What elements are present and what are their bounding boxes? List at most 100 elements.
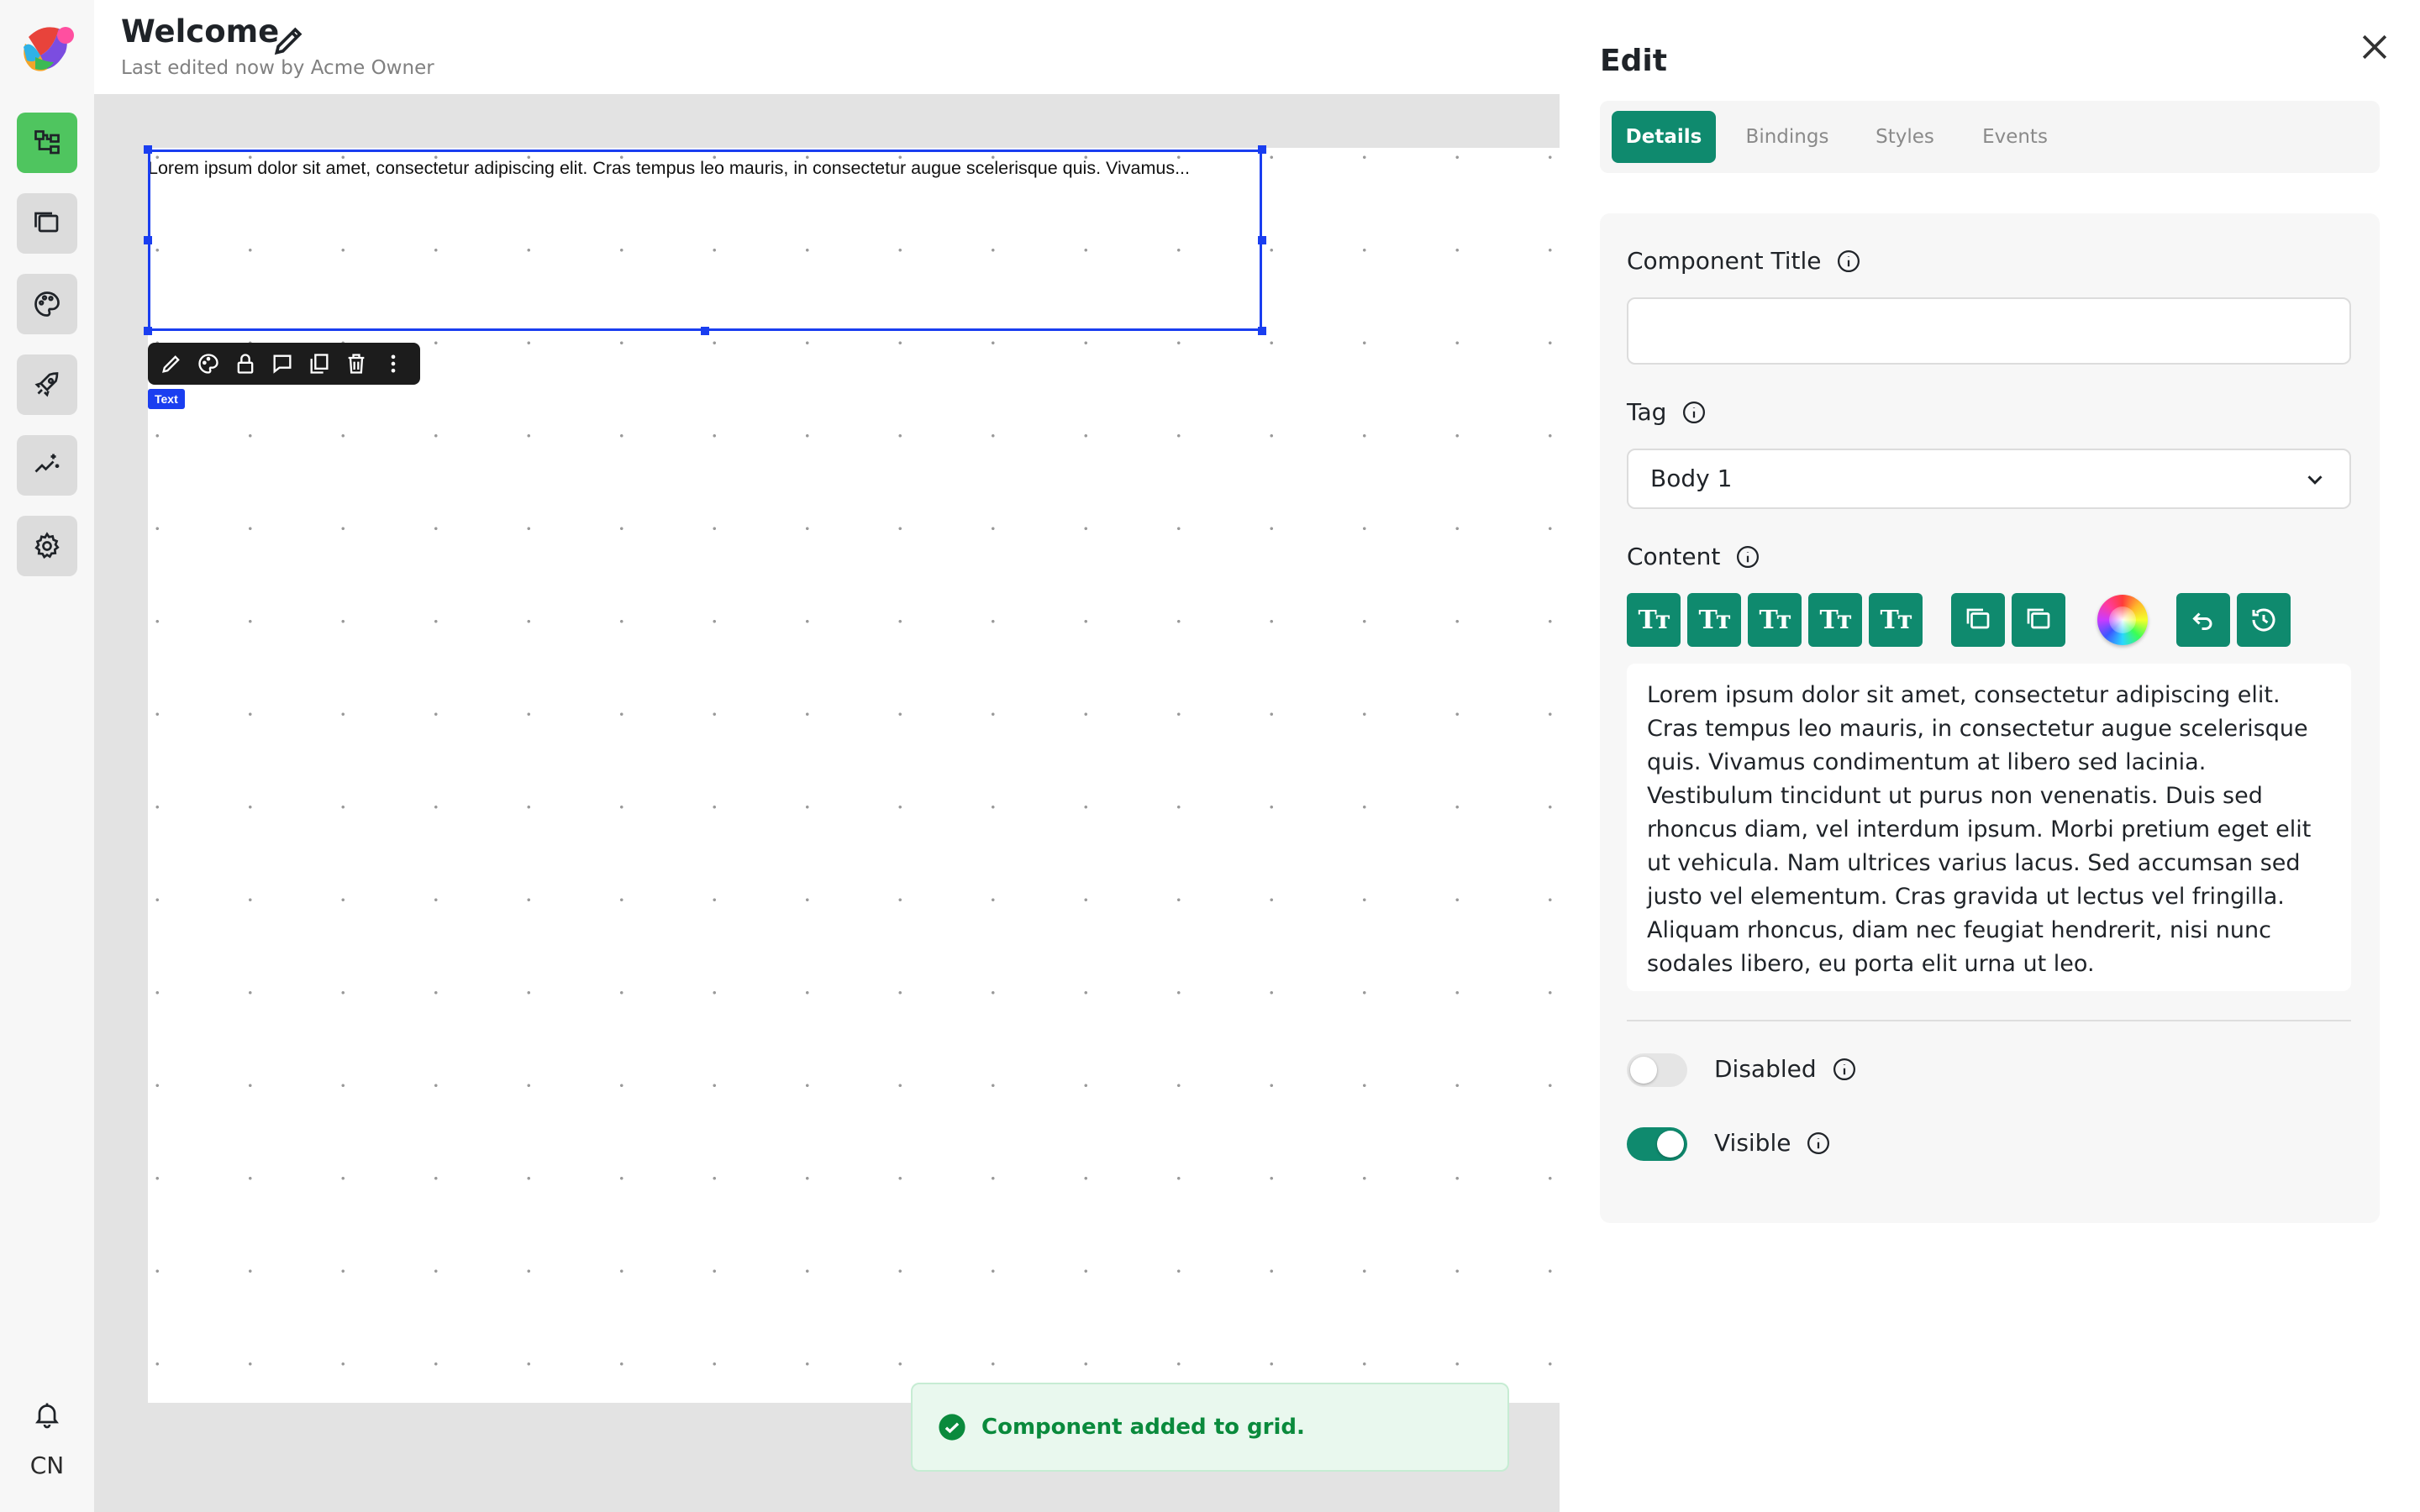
info-icon[interactable] (1681, 400, 1707, 425)
sidebar-item-themes[interactable] (17, 274, 77, 334)
page-title: Welcome (121, 13, 280, 50)
history-button[interactable] (2237, 593, 2291, 647)
resize-handle-right[interactable] (1258, 236, 1266, 244)
disabled-label: Disabled (1714, 1055, 1857, 1083)
resize-handle-top-left[interactable] (144, 145, 152, 154)
page-header: Welcome Last edited now by Acme Owner (94, 0, 1560, 94)
component-toolbar (148, 343, 420, 385)
disabled-toggle[interactable] (1627, 1053, 1687, 1087)
format-body-1-button[interactable]: Tт (1808, 593, 1862, 647)
panel-tabs: Details Bindings Styles Events (1600, 101, 2380, 173)
toolbar-delete-button[interactable] (343, 350, 370, 377)
format-heading-1-button[interactable]: Tт (1627, 593, 1681, 647)
copy-button[interactable] (1951, 593, 2005, 647)
text-size-icon: Tт (1759, 605, 1792, 635)
toolbar-comment-button[interactable] (269, 350, 296, 377)
tag-select-value: Body 1 (1650, 465, 1733, 492)
component-tree-icon (34, 130, 60, 155)
selection-outline[interactable] (148, 150, 1262, 331)
left-sidebar: CN (0, 0, 95, 1512)
sidebar-item-pages[interactable] (17, 193, 77, 254)
info-icon[interactable] (1735, 544, 1760, 570)
paste-icon (2027, 608, 2050, 629)
visible-label-text: Visible (1714, 1129, 1791, 1157)
text-size-icon: Tт (1698, 605, 1732, 635)
paste-button[interactable] (2012, 593, 2065, 647)
toolbar-edit-button[interactable] (158, 350, 185, 377)
check-circle-icon (939, 1414, 965, 1441)
toggle-knob (1657, 1131, 1684, 1158)
pages-icon (34, 212, 59, 233)
tag-label: Tag (1627, 398, 1707, 426)
comment-icon (273, 354, 292, 374)
sidebar-item-deploy[interactable] (17, 354, 77, 415)
component-title-input[interactable] (1627, 297, 2351, 365)
disabled-label-text: Disabled (1714, 1055, 1817, 1083)
copy-icon (1966, 608, 1990, 629)
tab-details[interactable]: Details (1612, 111, 1716, 163)
locale-selector[interactable]: CN (0, 1452, 94, 1479)
tab-bindings[interactable]: Bindings (1733, 111, 1842, 163)
sidebar-item-analytics[interactable] (17, 435, 77, 496)
content-label: Content (1627, 543, 1760, 570)
toggle-knob (1630, 1057, 1657, 1084)
toast-message: Component added to grid. (981, 1415, 1305, 1440)
undo-icon (2192, 612, 2212, 630)
trash-icon (348, 354, 365, 374)
undo-button[interactable] (2176, 593, 2230, 647)
pencil-icon (162, 355, 180, 373)
sidebar-item-settings[interactable] (17, 516, 77, 576)
divider (1627, 1020, 2351, 1021)
component-title-label-text: Component Title (1627, 247, 1822, 275)
tag-select[interactable]: Body 1 (1627, 449, 2351, 509)
grid-canvas[interactable] (148, 148, 1560, 1403)
app-logo[interactable] (17, 18, 77, 76)
last-edited-info: Last edited now by Acme Owner (121, 57, 434, 79)
color-picker-icon[interactable] (2097, 595, 2148, 645)
edit-panel: Edit Details Bindings Styles Events Comp… (1560, 0, 2420, 1512)
info-icon[interactable] (1832, 1057, 1857, 1082)
tab-styles[interactable]: Styles (1859, 111, 1951, 163)
component-title-label: Component Title (1627, 247, 1861, 275)
resize-handle-top-right[interactable] (1258, 145, 1266, 154)
format-heading-3-button[interactable]: Tт (1748, 593, 1802, 647)
content-label-text: Content (1627, 543, 1721, 570)
magic-wand-icon (34, 454, 60, 473)
settings-gear-icon (34, 532, 60, 559)
resize-handle-bottom-left[interactable] (144, 327, 152, 335)
text-size-icon: Tт (1880, 605, 1913, 635)
text-size-icon: Tт (1819, 605, 1853, 635)
chevron-down-icon (2307, 475, 2323, 485)
resize-handle-left[interactable] (144, 236, 152, 244)
bell-icon[interactable] (32, 1399, 62, 1430)
resize-handle-bottom-right[interactable] (1258, 327, 1266, 335)
tag-label-text: Tag (1627, 398, 1667, 426)
pencil-icon[interactable] (271, 22, 308, 59)
visible-label: Visible (1714, 1129, 1831, 1157)
text-size-icon: Tт (1638, 605, 1671, 635)
format-body-2-button[interactable]: Tт (1869, 593, 1923, 647)
palette-icon (34, 291, 60, 317)
content-textarea[interactable]: Lorem ipsum dolor sit amet, consectetur … (1627, 664, 2351, 991)
format-heading-2-button[interactable]: Tт (1687, 593, 1741, 647)
more-vertical-icon (391, 354, 396, 373)
resize-handle-bottom[interactable] (701, 327, 709, 335)
sidebar-item-components[interactable] (17, 113, 77, 173)
palette-icon (198, 354, 218, 374)
visible-toggle[interactable] (1627, 1127, 1687, 1161)
toast-notification: Component added to grid. (911, 1383, 1509, 1472)
panel-title: Edit (1600, 44, 1667, 78)
history-icon (2252, 608, 2275, 632)
toolbar-lock-button[interactable] (232, 350, 259, 377)
lock-icon (237, 354, 254, 374)
info-icon[interactable] (1806, 1131, 1831, 1156)
tab-events[interactable]: Events (1966, 111, 2064, 163)
toolbar-style-button[interactable] (195, 350, 222, 377)
info-icon[interactable] (1836, 249, 1861, 274)
component-type-tag: Text (148, 389, 185, 409)
rocket-icon (34, 372, 59, 397)
toolbar-more-button[interactable] (380, 350, 407, 377)
close-icon[interactable] (2356, 29, 2393, 66)
toolbar-duplicate-button[interactable] (306, 350, 333, 377)
duplicate-icon (310, 354, 329, 374)
